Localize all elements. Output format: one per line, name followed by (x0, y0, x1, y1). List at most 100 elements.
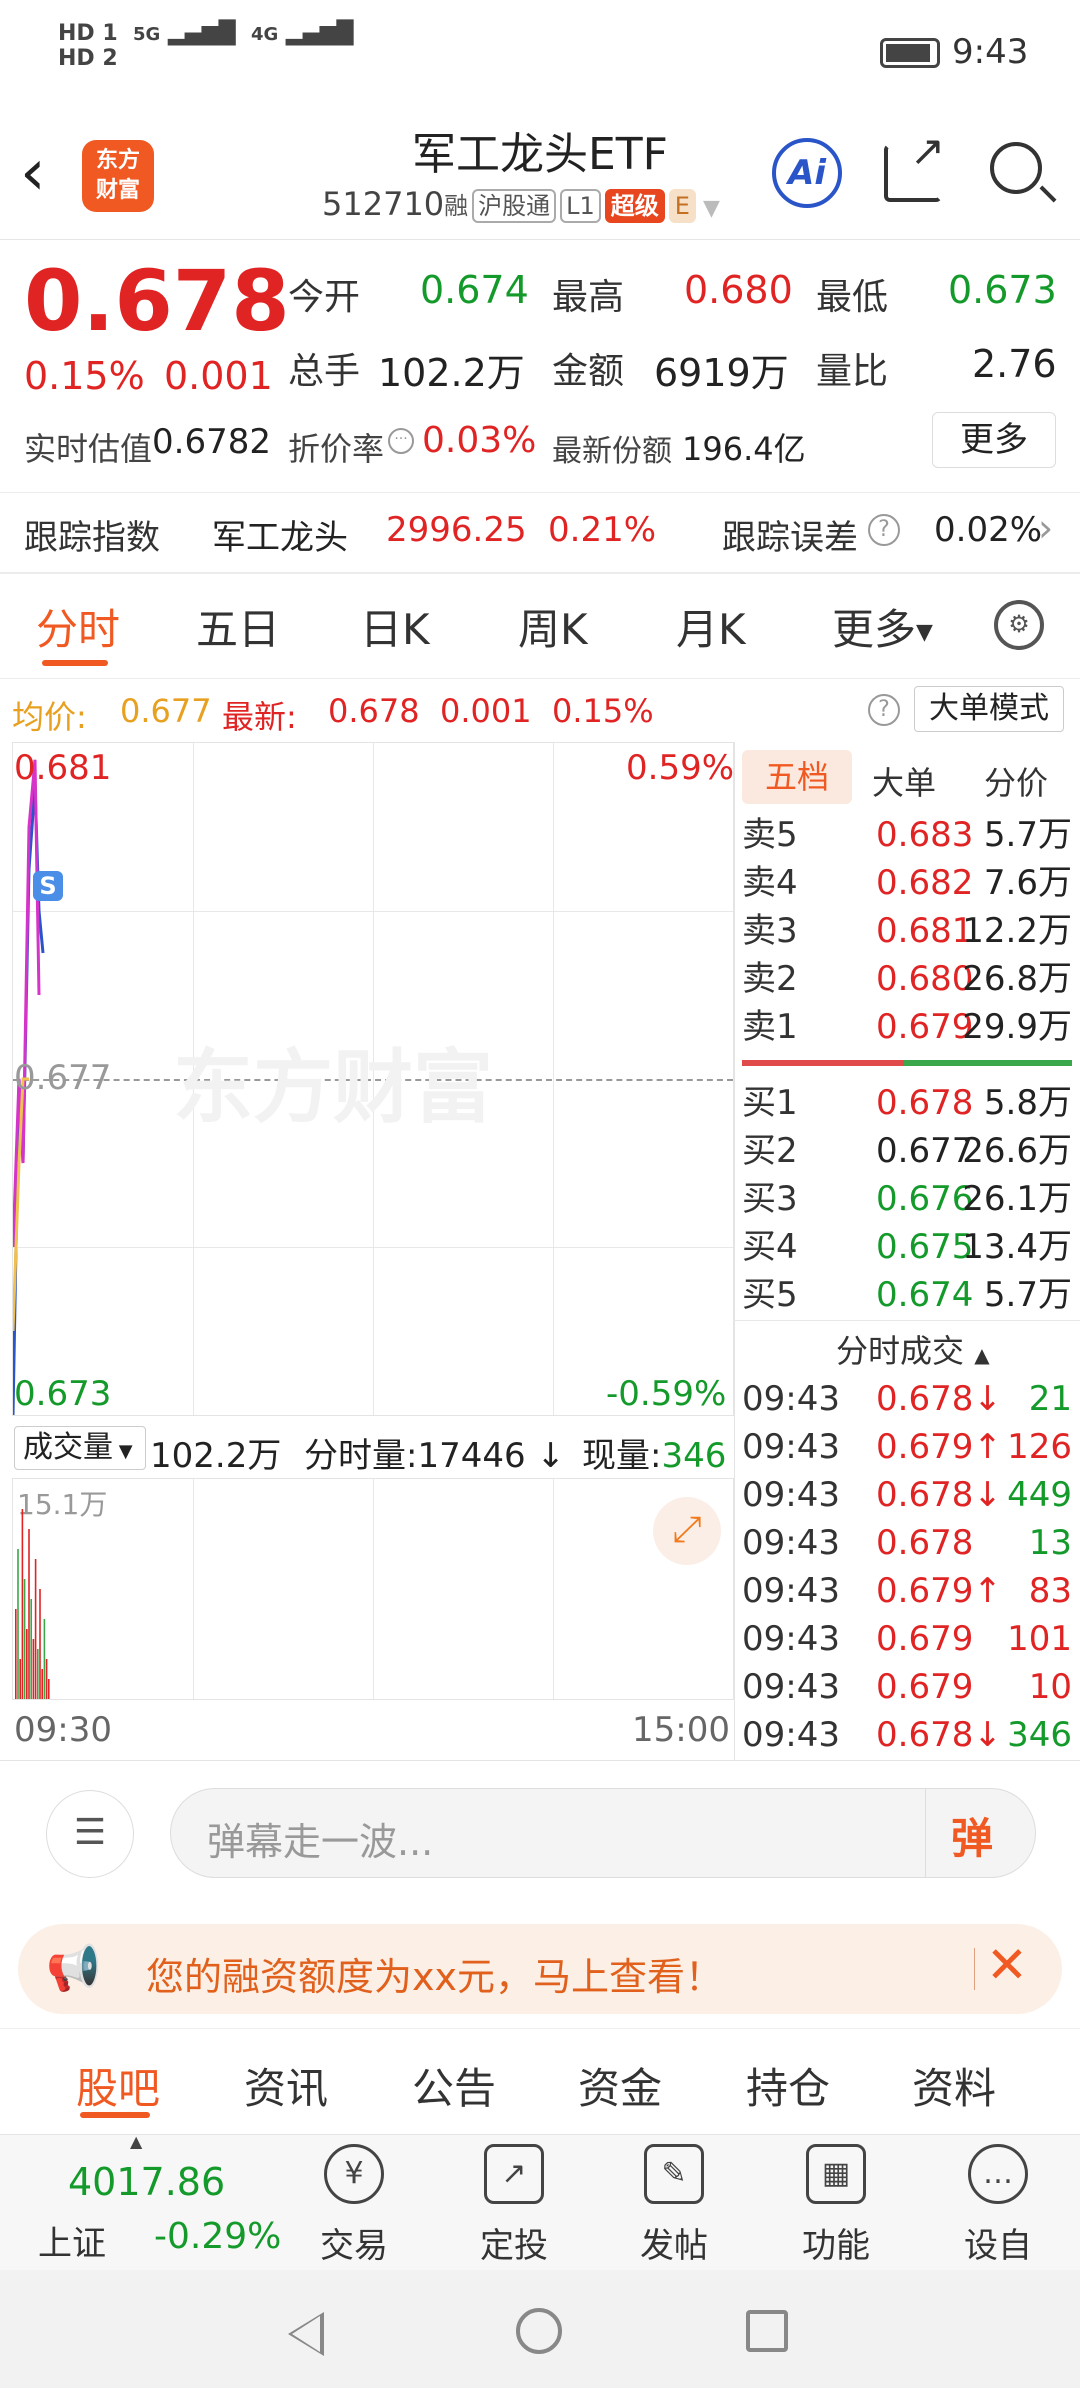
trade-row: 09:43 0.679 10 (742, 1667, 1072, 1707)
tab-rik[interactable]: 日K (360, 596, 430, 657)
price-lines (13, 759, 45, 1415)
volume-bar (34, 1559, 37, 1699)
s-marker-icon[interactable]: S (33, 871, 63, 901)
volume-bar (48, 1679, 50, 1699)
tab-wuri[interactable]: 五日 (196, 596, 280, 657)
buy-sell-ratio-bar-sell (742, 1060, 904, 1066)
subtab-holdings[interactable]: 持仓 (746, 2055, 830, 2116)
open-value: 0.674 (420, 268, 529, 312)
price-chart[interactable]: 东方财富 S (12, 742, 734, 1416)
open-label: 今开 (288, 277, 361, 318)
discount-value: 0.03% (422, 420, 537, 461)
avg-value: 0.677 (120, 692, 212, 730)
share-icon[interactable]: ↗ (884, 126, 945, 202)
tab-more[interactable]: 更多▼ (832, 596, 933, 657)
tag-l1: L1 (560, 189, 601, 223)
low-value: 0.673 (948, 268, 1057, 312)
index-name[interactable]: 上证 (38, 2216, 106, 2265)
y-mid-label: 0.677 (14, 1058, 112, 1098)
trade-row: 09:43 0.678↓ 449 (742, 1475, 1072, 1515)
settings-icon[interactable]: ⚙ (994, 600, 1044, 650)
volume-bar (26, 1629, 28, 1699)
subtab-guba[interactable]: 股吧 (76, 2055, 160, 2116)
info-icon[interactable]: ··· (388, 428, 414, 454)
volume-dropdown[interactable]: 成交量 ▼ (14, 1426, 146, 1470)
trade-row: 09:43 0.679↑ 126 (742, 1427, 1072, 1467)
big-order-mode-button[interactable]: 大单模式 (914, 686, 1064, 732)
price-value: 0.678 (24, 252, 290, 350)
y-bottom-label: 0.673 (14, 1374, 112, 1414)
trades-title[interactable]: 分时成交 ▲ (836, 1326, 990, 1372)
volume-bar (45, 1659, 48, 1699)
tag-hgt: 沪股通 (472, 189, 557, 223)
clock: 9:43 (952, 32, 1029, 72)
tab-dadan[interactable]: 大单 (872, 758, 936, 804)
danmu-list-icon[interactable]: ☰ (46, 1790, 134, 1878)
volume-bar (23, 1579, 26, 1699)
bid-row: 买3 0.676 26.1万 (742, 1179, 1072, 1219)
search-icon[interactable] (990, 142, 1057, 203)
financing-banner[interactable]: 📢 您的融资额度为xx元，马上查看！ ✕ (18, 1924, 1062, 2014)
tag-rong: 融 (444, 192, 469, 220)
banner-text: 您的融资额度为xx元，马上查看！ (146, 1955, 723, 1999)
index-pct[interactable]: -0.29% (154, 2216, 281, 2257)
nav-invest[interactable]: ↗ 定投 (464, 2144, 564, 2267)
volume-label: 总手 (288, 351, 361, 392)
subtab-notice[interactable]: 公告 (412, 2055, 496, 2116)
tracking-error-label: 跟踪误差 (722, 518, 858, 558)
subtab-profile[interactable]: 资料 (912, 2055, 996, 2116)
recent-nav-icon[interactable] (746, 2310, 788, 2352)
volume-bar (21, 1509, 24, 1699)
home-nav-icon[interactable] (516, 2308, 562, 2354)
expand-icon[interactable]: ⤢ (653, 1497, 721, 1565)
bid-row: 买5 0.674 5.7万 (742, 1275, 1072, 1315)
tracking-index[interactable]: 军工龙头 (212, 510, 348, 559)
ai-icon[interactable]: Ai (772, 138, 842, 208)
signal-icons: HD 1 5G ▂▄▆█ 4G ▂▄▆█ HD 2 (58, 21, 354, 71)
volume-chart[interactable]: 15.1万 ⤢ (12, 1478, 734, 1700)
trade-row: 09:43 0.679 101 (742, 1619, 1072, 1659)
nav-post[interactable]: ✎ 发帖 (624, 2144, 724, 2267)
system-nav (0, 2270, 1080, 2388)
change-value: 0.001 (164, 354, 273, 398)
chart-help-icon[interactable]: ? (868, 694, 900, 726)
share-value: 196.4亿 (682, 430, 806, 468)
amount-label: 金额 (552, 351, 625, 392)
amount-value: 6919万 (654, 351, 789, 395)
chart-icon: ↗ (484, 2144, 544, 2204)
high-value: 0.680 (684, 268, 793, 312)
tab-zhouk[interactable]: 周K (518, 596, 588, 657)
subtab-indicator (80, 2112, 150, 2118)
tab-fenshi[interactable]: 分时 (36, 596, 120, 657)
volratio-value: 2.76 (972, 342, 1057, 386)
up-arrow-icon: ▲ (130, 2132, 143, 2151)
latest-label: 最新: (222, 698, 297, 736)
trade-row: 09:43 0.678↓ 21 (742, 1379, 1072, 1419)
subtab-funds[interactable]: 资金 (578, 2055, 662, 2116)
x-start-label: 09:30 (14, 1710, 112, 1750)
tracking-error-value: 0.02% (934, 510, 1043, 550)
help-icon[interactable]: ? (868, 514, 900, 546)
danmu-input[interactable]: 弹幕走一波... 弹 (170, 1788, 1036, 1878)
price-series-line-1 (13, 759, 41, 1248)
tab-fenjia[interactable]: 分价 (984, 758, 1048, 804)
trade-row: 09:43 0.678 13 (742, 1523, 1072, 1563)
nav-trade[interactable]: ¥ 交易 (304, 2144, 404, 2267)
nav-functions[interactable]: ▦ 功能 (786, 2144, 886, 2267)
share-label: 最新份额 (552, 434, 672, 469)
close-icon[interactable]: ✕ (986, 1936, 1028, 1994)
volume-bar (41, 1669, 43, 1699)
volume-bar (43, 1619, 46, 1699)
tab-yuek[interactable]: 月K (676, 596, 746, 657)
subtab-news[interactable]: 资讯 (244, 2055, 328, 2116)
tab-wudang[interactable]: 五档 (742, 750, 852, 804)
ask-row: 卖5 0.683 5.7万 (742, 815, 1072, 855)
danmu-send-icon[interactable]: 弹 (951, 1805, 993, 1866)
chevron-right-icon[interactable]: › (1038, 506, 1053, 550)
more-dots-icon: … (968, 2144, 1028, 2204)
more-button[interactable]: 更多 (932, 412, 1056, 468)
index-value[interactable]: 4017.86 (68, 2160, 225, 2204)
latest-value: 0.678 (328, 692, 420, 730)
volume-bar (30, 1599, 32, 1699)
stock-code-row: 512710融 沪股通 L1 超级 E ▼ (322, 185, 720, 223)
